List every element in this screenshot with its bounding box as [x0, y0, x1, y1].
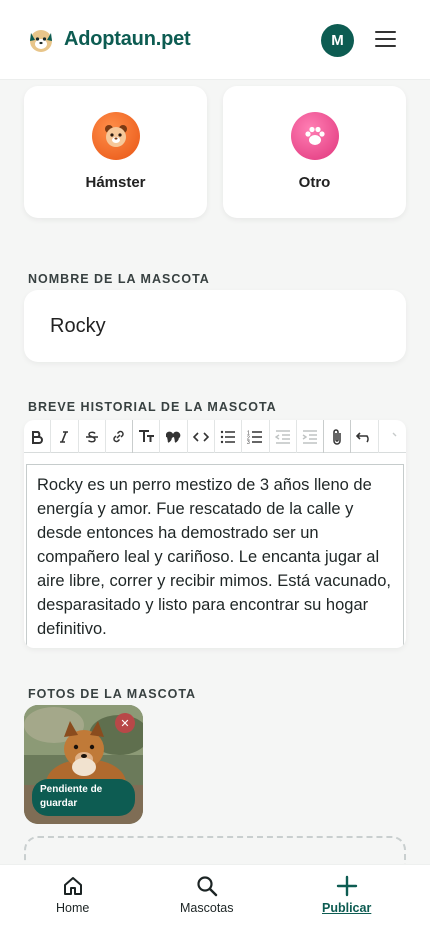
photos-section-label: FOTOS DE LA MASCOTA — [28, 687, 197, 701]
home-icon — [63, 877, 82, 895]
bold-button[interactable] — [24, 420, 52, 453]
italic-button[interactable] — [51, 420, 79, 453]
bullet-list-button[interactable] — [215, 420, 243, 453]
species-label: Hámster — [85, 174, 146, 191]
nav-home-label: Home — [56, 901, 90, 915]
app-header: Adoptaun.pet M — [0, 0, 430, 80]
nav-home[interactable]: Home — [56, 875, 89, 915]
paw-icon — [290, 112, 339, 160]
decrease-indent-button[interactable] — [270, 420, 297, 453]
strikethrough-button[interactable] — [79, 420, 106, 453]
species-card-other[interactable]: Otro — [223, 86, 406, 218]
species-label: Otro — [298, 174, 331, 191]
name-section-label: NOMBRE DE LA MASCOTA — [28, 272, 210, 286]
pet-name-input[interactable]: Rocky — [24, 290, 406, 362]
nav-publish[interactable]: Publicar — [322, 875, 371, 915]
link-button[interactable] — [106, 420, 134, 453]
history-section-label: BREVE HISTORIAL DE LA MASCOTA — [28, 400, 277, 414]
heading-button[interactable] — [133, 420, 161, 453]
numbered-list-button[interactable]: 123 — [242, 420, 270, 453]
undo-button[interactable] — [351, 420, 379, 453]
nav-pets-label: Mascotas — [180, 901, 234, 915]
search-icon — [197, 876, 217, 897]
history-textarea[interactable]: Rocky es un perro mestizo de 3 años llen… — [26, 464, 404, 646]
photo-status-badge: Pendiente de guardar — [32, 779, 135, 816]
hamster-icon — [91, 112, 140, 160]
species-card-hamster[interactable]: Hámster — [24, 86, 207, 218]
user-avatar[interactable]: M — [321, 24, 354, 57]
brand-name[interactable]: Adoptaun.pet — [64, 28, 191, 51]
redo-button[interactable] — [379, 420, 406, 453]
nav-publish-label: Publicar — [322, 901, 372, 915]
menu-icon[interactable] — [375, 31, 396, 49]
bottom-nav: Home Mascotas Publicar — [0, 864, 430, 932]
plus-icon — [336, 875, 357, 897]
quote-button[interactable] — [160, 420, 188, 453]
svg-text:3: 3 — [247, 440, 250, 444]
increase-indent-button[interactable] — [297, 420, 325, 453]
history-editor: 123 Rocky es un perro mestizo de 3 años … — [24, 420, 406, 648]
pet-photo[interactable]: ✕ Pendiente de guardar — [24, 705, 143, 824]
attach-icon[interactable] — [324, 420, 352, 453]
remove-photo-button[interactable]: ✕ — [115, 713, 135, 733]
code-button[interactable] — [188, 420, 215, 453]
nav-pets[interactable]: Mascotas — [180, 875, 234, 915]
editor-toolbar: 123 — [24, 420, 406, 453]
logo-icon — [30, 29, 52, 52]
